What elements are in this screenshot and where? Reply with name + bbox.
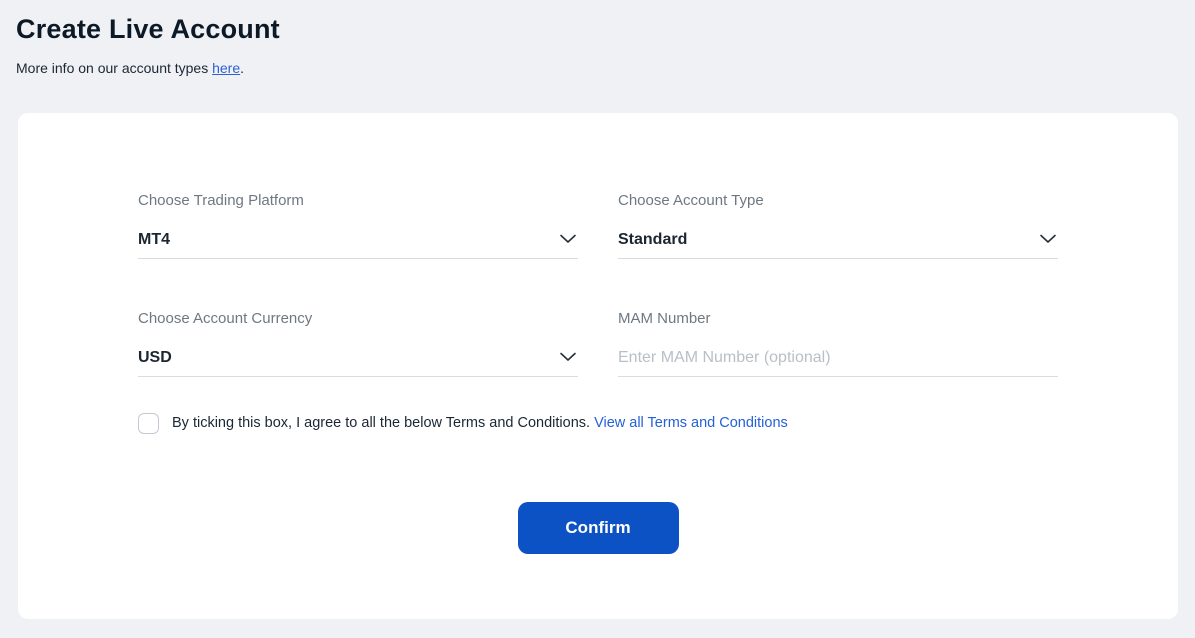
mam-number-label: MAM Number (618, 309, 1058, 329)
field-trading-platform: Choose Trading Platform MT4 (138, 191, 578, 259)
page-subtitle-text: More info on our account types (16, 60, 212, 76)
page-title: Create Live Account (16, 13, 1179, 47)
trading-platform-label: Choose Trading Platform (138, 191, 578, 211)
terms-checkbox[interactable] (138, 413, 159, 434)
chevron-down-icon (560, 349, 576, 367)
account-type-select[interactable]: Standard (618, 230, 1058, 259)
field-account-type: Choose Account Type Standard (618, 191, 1058, 259)
create-account-card: Choose Trading Platform MT4 Choose Accou… (18, 113, 1178, 619)
account-currency-select[interactable]: USD (138, 348, 578, 377)
account-type-label: Choose Account Type (618, 191, 1058, 211)
account-type-value: Standard (618, 230, 687, 250)
account-types-here-link[interactable]: here (212, 60, 240, 76)
page-subtitle-suffix: . (240, 60, 244, 76)
terms-agreement-row: By ticking this box, I agree to all the … (138, 413, 1058, 434)
field-account-currency: Choose Account Currency USD (138, 309, 578, 377)
field-mam-number: MAM Number (618, 309, 1058, 377)
account-form: Choose Trading Platform MT4 Choose Accou… (138, 191, 1058, 377)
confirm-button-row: Confirm (138, 502, 1058, 554)
account-currency-label: Choose Account Currency (138, 309, 578, 329)
page-header: Create Live Account More info on our acc… (0, 0, 1195, 76)
page-subtitle: More info on our account types here. (16, 60, 1179, 76)
terms-sentence: By ticking this box, I agree to all the … (172, 415, 594, 431)
terms-agreement-text: By ticking this box, I agree to all the … (172, 413, 788, 434)
mam-number-input[interactable] (618, 348, 1058, 377)
trading-platform-select[interactable]: MT4 (138, 230, 578, 259)
view-terms-link[interactable]: View all Terms and Conditions (594, 415, 788, 431)
chevron-down-icon (1040, 231, 1056, 249)
confirm-button[interactable]: Confirm (518, 502, 679, 554)
chevron-down-icon (560, 231, 576, 249)
trading-platform-value: MT4 (138, 230, 170, 250)
account-currency-value: USD (138, 348, 172, 368)
